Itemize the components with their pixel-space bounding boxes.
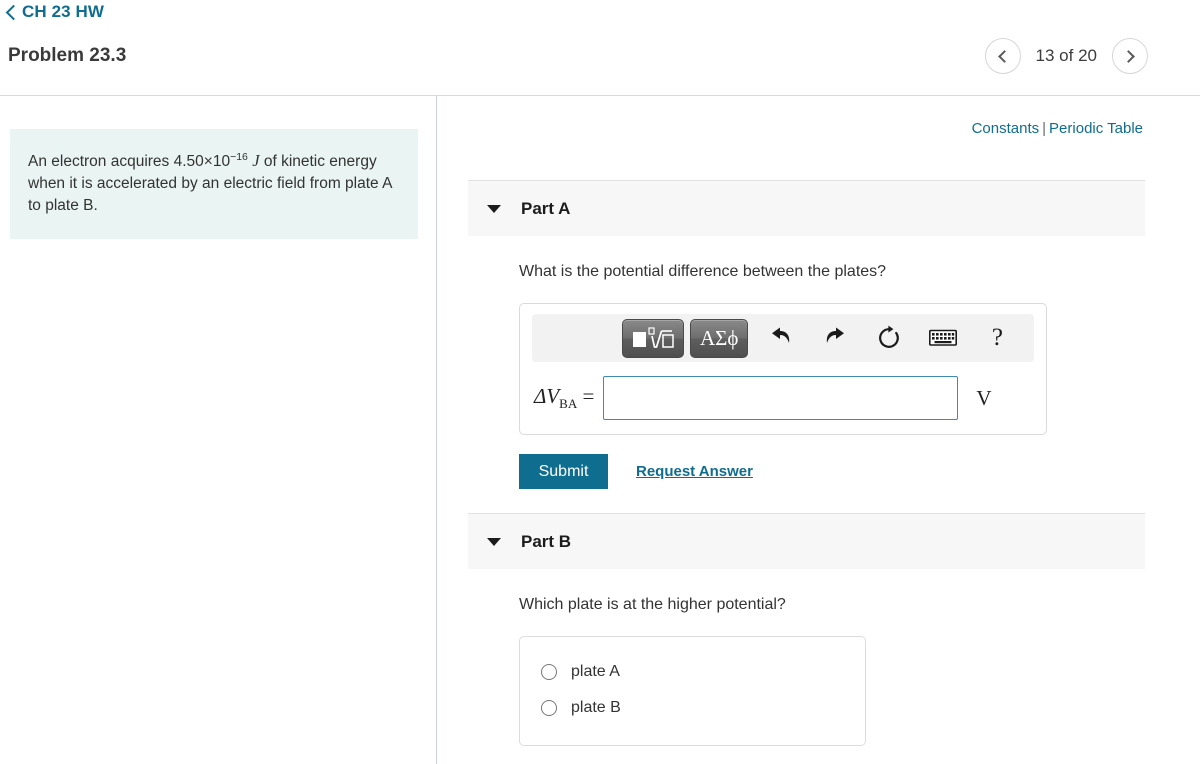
- choice-label: plate B: [571, 699, 621, 716]
- part-b-body: Which plate is at the higher potential? …: [468, 569, 1145, 764]
- submit-button[interactable]: Submit: [519, 454, 608, 489]
- undo-arrow-icon[interactable]: [761, 319, 801, 358]
- resource-separator: |: [1042, 120, 1047, 137]
- math-template-glyph: [633, 327, 674, 348]
- part-a-actions: Submit Request Answer: [519, 454, 1145, 489]
- part-b-header[interactable]: Part B: [468, 513, 1145, 569]
- pager-count-label: 13 of 20: [1035, 46, 1097, 65]
- part-a-body: What is the potential difference between…: [468, 236, 1145, 489]
- question-mark-icon[interactable]: ?: [977, 319, 1017, 358]
- breadcrumb-label: CH 23 HW: [22, 2, 105, 21]
- unit-label: V: [976, 385, 992, 410]
- redo-glyph: [827, 327, 845, 343]
- math-toolbar: ΑΣϕ ?: [532, 314, 1034, 362]
- undo-glyph: [772, 327, 790, 343]
- keyboard-icon[interactable]: [923, 319, 963, 358]
- part-a-header[interactable]: Part A: [468, 180, 1145, 236]
- part-b-section: Part B Which plate is at the higher pote…: [468, 513, 1145, 764]
- chevron-left-icon: [997, 49, 1011, 63]
- part-a-question: What is the potential difference between…: [519, 263, 887, 280]
- greek-symbols-icon[interactable]: ΑΣϕ: [690, 318, 749, 358]
- choice-option-plate-b[interactable]: plate B: [520, 690, 865, 726]
- caret-down-icon[interactable]: [487, 537, 501, 546]
- equals-sign: =: [582, 383, 595, 408]
- answer-pane: Constants | Periodic Table Part A What is …: [437, 96, 1200, 764]
- variable-subscript: BA: [559, 396, 578, 412]
- problem-pager: 13 of 20: [984, 38, 1148, 74]
- radio-button-icon[interactable]: [541, 664, 557, 680]
- answer-input[interactable]: [603, 376, 959, 420]
- reset-glyph: [879, 325, 900, 348]
- statement-unit: J: [252, 151, 260, 170]
- next-problem-button[interactable]: [1112, 38, 1148, 74]
- request-answer-link[interactable]: Request Answer: [636, 463, 753, 480]
- part-a-answer-widget: ΑΣϕ ? ΔVBA = V: [519, 303, 1047, 435]
- answer-input-row: ΔVBA = V: [532, 376, 1034, 420]
- chevron-right-icon: [1122, 49, 1135, 63]
- math-template-icon[interactable]: [622, 318, 684, 358]
- caret-down-icon[interactable]: [487, 204, 501, 213]
- redo-arrow-icon[interactable]: [815, 319, 855, 358]
- constants-link[interactable]: Constants: [972, 120, 1040, 137]
- help-label: ?: [991, 324, 1003, 351]
- resource-links: Constants | Periodic Table: [972, 120, 1143, 137]
- problem-statement: An electron acquires 4.50×10−16 J of kin…: [10, 129, 418, 239]
- page-title: Problem 23.3: [8, 45, 127, 66]
- choice-label: plate A: [571, 663, 620, 680]
- greek-symbols-label: ΑΣϕ: [700, 325, 739, 350]
- chevron-left-icon: [5, 4, 22, 20]
- part-b-choice-group: plate A plate B: [519, 636, 866, 746]
- reset-circular-arrow-icon[interactable]: [869, 319, 909, 358]
- breadcrumb-back-link[interactable]: CH 23 HW: [5, 2, 105, 22]
- keyboard-glyph: [929, 329, 958, 346]
- problem-statement-pane: An electron acquires 4.50×10−16 J of kin…: [0, 96, 436, 764]
- variable-label: ΔVBA =: [532, 384, 594, 412]
- problem-page: CH 23 HW Problem 23.3 13 of 20 An electr…: [0, 0, 1200, 764]
- radio-button-icon[interactable]: [541, 700, 557, 716]
- prev-problem-button[interactable]: [984, 38, 1021, 74]
- variable-symbol: ΔV: [534, 383, 560, 408]
- part-b-question: Which plate is at the higher potential?: [519, 596, 786, 613]
- part-a-section: Part A What is the potential difference …: [468, 180, 1145, 489]
- part-a-label: Part A: [521, 198, 571, 218]
- statement-exponent: −16: [230, 150, 248, 163]
- choice-option-plate-a[interactable]: plate A: [520, 654, 865, 690]
- statement-text-before: An electron acquires 4.50×10: [28, 153, 231, 170]
- part-b-label: Part B: [521, 531, 572, 551]
- periodic-table-link[interactable]: Periodic Table: [1049, 120, 1143, 137]
